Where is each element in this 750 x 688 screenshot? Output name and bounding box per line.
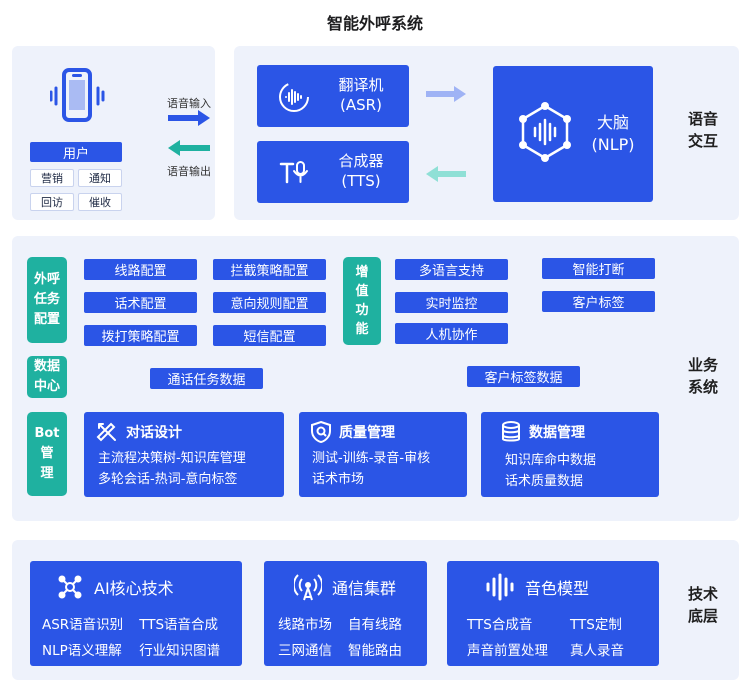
page-title: 智能外呼系统 [326, 14, 423, 33]
tech-side-label: 技术 底层 [687, 585, 718, 625]
shield-icon [311, 421, 331, 443]
arrow-right-icon [168, 110, 210, 126]
card-line: 测试-训练-录音-审核 [312, 451, 431, 466]
card-line: 话术质量数据 [505, 474, 584, 489]
extra-item-customer-tag: 客户标签 [542, 291, 655, 312]
tech-item: NLP语义理解 [42, 643, 122, 659]
tech-card-voice: 音色模型 TTS合成音 TTS定制 声音前置处理 真人录音 [447, 561, 659, 666]
audio-wave-icon [277, 80, 311, 114]
brain-network-icon [513, 100, 577, 164]
bot-label: Bot 管 理 [27, 412, 67, 496]
config-item-script: 话术配置 [84, 292, 197, 313]
ai-network-icon [56, 573, 84, 601]
voice-side-label: 语音 交互 [687, 110, 718, 150]
value-item-collab: 人机协作 [395, 323, 508, 344]
config-item-dial: 拨打策略配置 [84, 325, 197, 346]
config-item-line: 线路配置 [84, 259, 197, 280]
tech-item: 线路市场 [278, 617, 332, 633]
tech-card-title: AI核心技术 [94, 579, 174, 598]
business-side-label: 业务 系统 [687, 356, 718, 396]
arrow-to-nlp-icon [426, 86, 466, 102]
tech-item: 真人录音 [570, 643, 624, 659]
user-label: 用户 [30, 142, 122, 162]
config-item-intercept: 拦截策略配置 [213, 259, 326, 280]
tech-item: 行业知识图谱 [139, 643, 221, 659]
nlp-box: 大脑 (NLP) [493, 66, 653, 202]
arrow-from-nlp-icon [426, 166, 466, 182]
tts-box: 合成器 (TTS) [257, 141, 409, 203]
arrow-left-icon [168, 140, 210, 156]
tech-card-title: 通信集群 [332, 579, 397, 598]
sound-wave-icon [485, 573, 515, 601]
tts-subtitle: (TTS) [341, 172, 381, 190]
tech-item: 智能路由 [348, 643, 402, 659]
card-dialog-design: 对话设计 主流程决策树-知识库管理 多轮会话-热词-意向标签 [84, 412, 284, 497]
tech-card-title: 音色模型 [525, 579, 590, 598]
value-item-multilang: 多语言支持 [395, 259, 508, 280]
tech-item: ASR语音识别 [42, 617, 124, 633]
config-label: 外呼 任务 配置 [27, 257, 67, 343]
data-item-call-task: 通话任务数据 [150, 368, 263, 389]
voice-input-label: 语音输入 [167, 97, 211, 110]
tech-item: 声音前置处理 [467, 643, 548, 659]
text-mic-icon [277, 156, 311, 190]
chip-notice: 通知 [78, 169, 122, 187]
card-quality: 质量管理 测试-训练-录音-审核 话术市场 [299, 412, 467, 497]
chip-revisit: 回访 [30, 193, 74, 211]
card-title: 对话设计 [126, 425, 182, 441]
asr-subtitle: (ASR) [340, 96, 382, 114]
card-title: 数据管理 [529, 425, 585, 441]
tech-item: TTS语音合成 [139, 617, 219, 633]
tech-item: TTS定制 [570, 617, 622, 633]
card-line: 话术市场 [312, 472, 365, 487]
tech-item: 三网通信 [278, 643, 332, 659]
voice-output-label: 语音输出 [167, 165, 211, 178]
value-label: 增 值 功 能 [343, 257, 381, 345]
phone-icon [50, 66, 106, 126]
card-line: 知识库命中数据 [505, 453, 597, 468]
config-item-sms: 短信配置 [213, 325, 326, 346]
pencil-ruler-icon [96, 421, 118, 443]
chip-collection: 催收 [78, 193, 122, 211]
asr-title: 翻译机 [338, 76, 384, 94]
config-item-intent: 意向规则配置 [213, 292, 326, 313]
database-icon [501, 421, 521, 443]
card-line: 多轮会话-热词-意向标签 [98, 472, 238, 487]
nlp-title: 大脑 [596, 113, 629, 132]
data-item-customer-tag: 客户标签数据 [467, 366, 580, 387]
tts-title: 合成器 [338, 152, 384, 170]
card-line: 主流程决策树-知识库管理 [98, 451, 246, 466]
data-center-label: 数据 中心 [27, 356, 67, 398]
tech-card-ai: AI核心技术 ASR语音识别 TTS语音合成 NLP语义理解 行业知识图谱 [30, 561, 242, 666]
asr-box: 翻译机 (ASR) [257, 65, 409, 127]
tech-item: TTS合成音 [467, 617, 533, 633]
tech-card-comm: 通信集群 线路市场 自有线路 三网通信 智能路由 [264, 561, 427, 666]
card-title: 质量管理 [339, 425, 395, 441]
chip-marketing: 营销 [30, 169, 74, 187]
extra-item-interrupt: 智能打断 [542, 258, 655, 279]
tech-item: 自有线路 [348, 617, 402, 633]
card-data-mgmt: 数据管理 知识库命中数据 话术质量数据 [481, 412, 659, 497]
nlp-subtitle: (NLP) [591, 135, 635, 154]
signal-tower-icon [294, 573, 322, 601]
value-item-monitor: 实时监控 [395, 292, 508, 313]
